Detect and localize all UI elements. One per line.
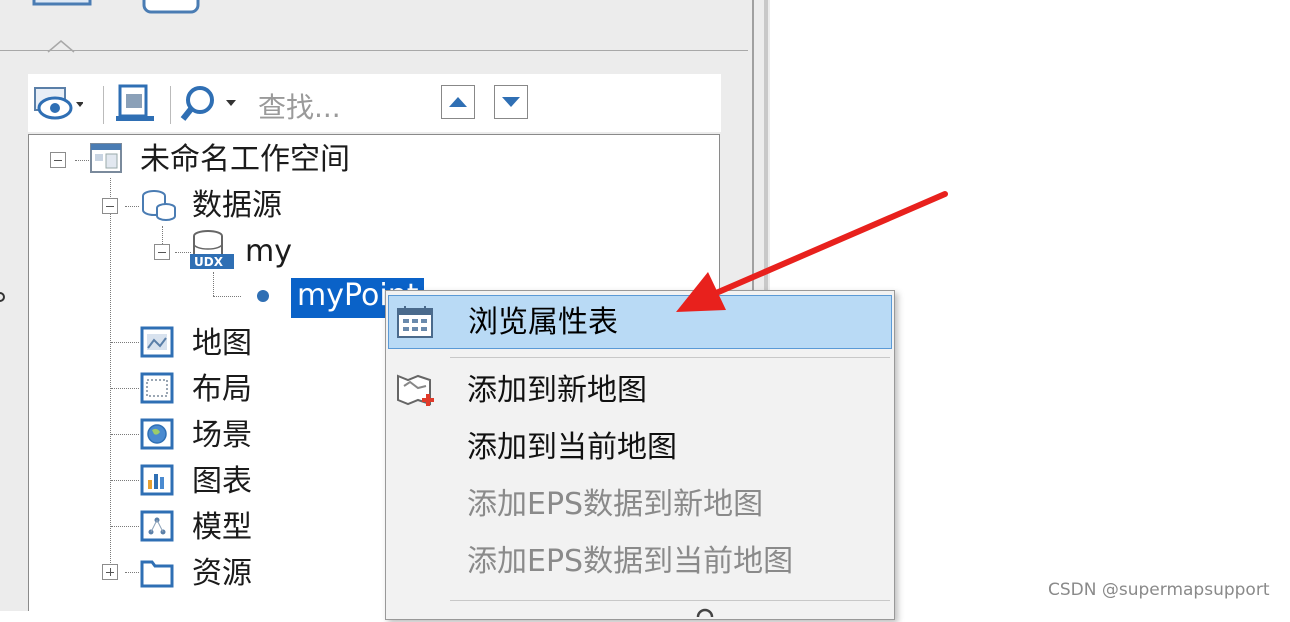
menu-separator xyxy=(450,357,890,358)
search-input[interactable]: 查找... xyxy=(258,90,428,126)
svg-text:UDX: UDX xyxy=(194,255,224,269)
menu-item-add-eps-to-new-map: 添加EPS数据到新地图 xyxy=(388,478,892,532)
tree-node-resources[interactable]: 资源 xyxy=(192,556,252,592)
tree-connector xyxy=(125,206,139,207)
tab-separator xyxy=(0,50,748,51)
resources-folder-icon xyxy=(140,556,174,588)
tree-connector xyxy=(111,342,139,343)
move-up-icon xyxy=(449,97,467,107)
move-down-icon xyxy=(502,97,520,107)
workspace-icon xyxy=(90,142,124,174)
move-down-button[interactable] xyxy=(494,85,528,119)
menu-item-label: 添加到当前地图 xyxy=(467,430,677,465)
tree-connector xyxy=(111,480,139,481)
toolbar-divider xyxy=(103,86,104,124)
menu-item-label: 浏览属性表 xyxy=(468,305,618,340)
menu-item-add-to-current-map[interactable]: 添加到当前地图 xyxy=(388,421,892,475)
toolbar-divider xyxy=(170,86,171,124)
move-up-button[interactable] xyxy=(441,85,475,119)
tree-connector xyxy=(111,434,139,435)
tree-node-scenes[interactable]: 场景 xyxy=(192,418,252,454)
tree-node-datasources[interactable]: 数据源 xyxy=(192,188,282,224)
models-icon xyxy=(140,510,174,542)
menu-item-label: 添加EPS数据到新地图 xyxy=(467,487,764,522)
tree-node-models[interactable]: 模型 xyxy=(192,510,252,546)
map-window-icon[interactable] xyxy=(114,84,158,124)
tree-connector xyxy=(213,272,214,296)
collapse-datasources-button[interactable] xyxy=(102,198,118,214)
tree-connector xyxy=(125,572,139,573)
layouts-icon xyxy=(140,372,174,404)
tree-connector xyxy=(111,388,139,389)
tree-connector xyxy=(175,252,191,253)
tree-node-layouts[interactable]: 布局 xyxy=(192,372,252,408)
tree-connector xyxy=(111,526,139,527)
edge-glyph xyxy=(0,289,6,303)
tree-node-maps[interactable]: 地图 xyxy=(192,326,252,362)
tree-connector xyxy=(162,226,163,246)
maps-icon xyxy=(140,326,174,358)
expand-resources-button[interactable] xyxy=(102,564,118,580)
menu-item-icon-partial xyxy=(696,603,714,618)
attribute-table-icon xyxy=(395,305,435,339)
tree-node-workspace[interactable]: 未命名工作空间 xyxy=(140,142,350,178)
charts-icon xyxy=(140,464,174,496)
visibility-icon[interactable] xyxy=(33,84,84,124)
tree-connector xyxy=(75,160,89,161)
udbx-datasource-icon: UDX xyxy=(190,228,234,272)
menu-item-add-to-new-map[interactable]: 添加到新地图 xyxy=(388,364,892,418)
menu-separator xyxy=(450,600,890,601)
tree-node-charts[interactable]: 图表 xyxy=(192,464,252,500)
collapse-datasource-button[interactable] xyxy=(154,244,170,260)
tree-connector xyxy=(110,178,111,573)
menu-item-label: 添加到新地图 xyxy=(467,373,647,408)
tree-node-datasource-my[interactable]: my xyxy=(245,234,292,270)
search-icon[interactable] xyxy=(180,84,240,124)
watermark-text: CSDN @supermapsupport xyxy=(1048,580,1270,600)
resource-tab-icon[interactable] xyxy=(140,0,204,16)
tree-connector xyxy=(213,296,241,297)
menu-item-add-eps-to-current-map: 添加EPS数据到当前地图 xyxy=(388,535,892,589)
datasources-icon xyxy=(140,188,176,221)
menu-item-label: 添加EPS数据到当前地图 xyxy=(467,544,794,579)
workspace-tab-icon[interactable] xyxy=(30,0,94,16)
point-dataset-icon xyxy=(257,290,269,302)
scenes-icon xyxy=(140,418,174,450)
collapse-workspace-button[interactable] xyxy=(50,152,66,168)
annotation-arrow xyxy=(660,188,960,318)
